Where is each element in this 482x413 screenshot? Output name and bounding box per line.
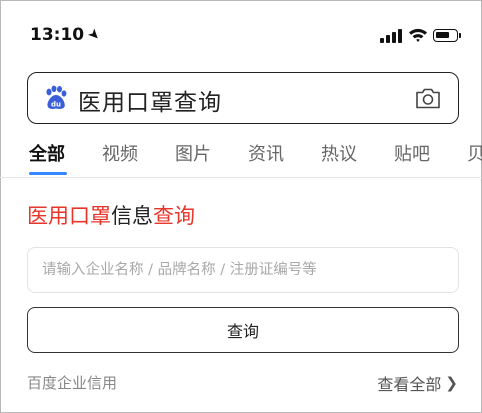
time-text: 13:10 <box>30 25 85 45</box>
svg-text:du: du <box>51 100 61 108</box>
camera-icon[interactable] <box>414 85 442 111</box>
tab-video[interactable]: 视频 <box>102 140 138 166</box>
battery-level <box>436 32 449 38</box>
wifi-icon <box>409 28 427 42</box>
cellular-signal-icon <box>380 29 404 43</box>
baidu-paw-icon: du <box>46 85 67 109</box>
tab-images[interactable]: 图片 <box>175 140 211 166</box>
tab-more[interactable]: 贝 <box>467 140 482 166</box>
card-title: 医用口罩信息查询 <box>27 200 195 230</box>
card-title-part2: 信息 <box>111 204 153 228</box>
card-title-part3: 查询 <box>153 204 195 228</box>
view-all-label[interactable]: 查看全部 <box>377 371 441 395</box>
query-button[interactable]: 查询 <box>27 307 459 353</box>
tab-news[interactable]: 资讯 <box>248 140 284 166</box>
source-label: 百度企业信用 <box>27 374 118 392</box>
card-title-part1: 医用口罩 <box>27 204 111 228</box>
view-all-link[interactable]: 查看全部 ❯ <box>377 371 458 395</box>
location-arrow-icon: ➤ <box>84 25 104 45</box>
company-search-input[interactable] <box>28 248 458 292</box>
search-bar[interactable]: du 医用口罩查询 <box>27 72 459 124</box>
status-time: 13:10➤ <box>30 25 104 45</box>
status-bar: 13:10➤ <box>0 0 482 66</box>
search-tabs: 全部 视频 图片 资讯 热议 贴吧 贝 <box>0 132 482 178</box>
tab-tieba[interactable]: 贴吧 <box>394 140 430 166</box>
active-tab-indicator <box>29 172 67 175</box>
chevron-right-icon: ❯ <box>445 374 458 392</box>
company-search-field[interactable] <box>27 247 459 293</box>
tab-discussion[interactable]: 热议 <box>321 140 357 166</box>
tab-all[interactable]: 全部 <box>29 140 65 166</box>
battery-icon <box>433 29 461 42</box>
search-query-text[interactable]: 医用口罩查询 <box>78 83 222 117</box>
